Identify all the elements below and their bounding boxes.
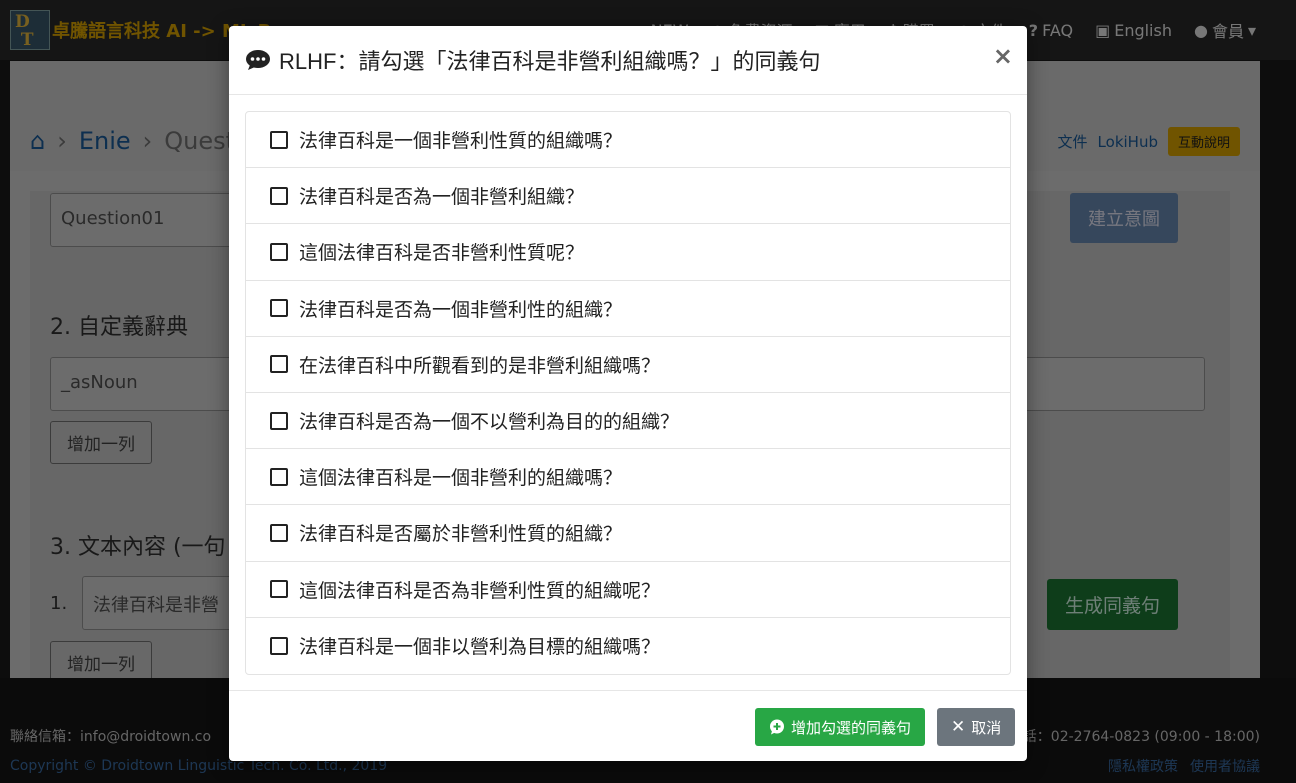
rlhf-modal: RLHF：請勾選「法律百科是非營利組織嗎？」的同義句 × 法律百科是一個非營利性… xyxy=(229,26,1027,761)
checkbox[interactable] xyxy=(270,411,288,430)
comment-plus-icon xyxy=(770,719,784,735)
cancel-label: 取消 xyxy=(971,718,1002,737)
synonym-option[interactable]: 這個法律百科是一個非營利的組織嗎？ xyxy=(246,449,1010,506)
checkbox[interactable] xyxy=(270,523,288,542)
synonym-option-list: 法律百科是一個非營利性質的組織嗎？ 法律百科是否為一個非營利組織？ 這個法律百科… xyxy=(245,111,1011,675)
modal-footer: 增加勾選的同義句 ✕ 取消 xyxy=(229,690,1027,761)
checkbox[interactable] xyxy=(270,636,288,655)
option-text: 法律百科是一個非以營利為目標的組織嗎？ xyxy=(299,636,661,659)
checkbox[interactable] xyxy=(270,355,288,374)
checkbox[interactable] xyxy=(270,242,288,261)
checkbox[interactable] xyxy=(270,130,288,149)
cancel-button[interactable]: ✕ 取消 xyxy=(937,708,1016,746)
synonym-option[interactable]: 法律百科是一個非營利性質的組織嗎？ xyxy=(246,112,1010,169)
synonym-option[interactable]: 這個法律百科是否非營利性質呢？ xyxy=(246,224,1010,281)
option-text: 法律百科是否為一個非營利性的組織？ xyxy=(299,298,623,321)
option-text: 這個法律百科是一個非營利的組織嗎？ xyxy=(299,467,623,490)
add-selected-label: 增加勾選的同義句 xyxy=(791,718,912,737)
comment-dots-icon xyxy=(246,50,270,70)
option-text: 在法律百科中所觀看到的是非營利組織嗎？ xyxy=(299,354,661,377)
synonym-option[interactable]: 在法律百科中所觀看到的是非營利組織嗎？ xyxy=(246,337,1010,393)
checkbox[interactable] xyxy=(270,467,288,486)
synonym-option[interactable]: 法律百科是一個非以營利為目標的組織嗎？ xyxy=(246,618,1010,674)
synonym-option[interactable]: 這個法律百科是否為非營利性質的組織呢？ xyxy=(246,562,1010,618)
option-text: 這個法律百科是否為非營利性質的組織呢？ xyxy=(299,579,661,602)
modal-body: 法律百科是一個非營利性質的組織嗎？ 法律百科是否為一個非營利組織？ 這個法律百科… xyxy=(245,111,1011,675)
modal-title-text: RLHF：請勾選「法律百科是非營利組織嗎？」的同義句 xyxy=(279,49,821,74)
checkbox[interactable] xyxy=(270,186,288,205)
option-text: 法律百科是否屬於非營利性質的組織？ xyxy=(299,523,623,546)
checkbox[interactable] xyxy=(270,580,288,599)
add-selected-synonyms-button[interactable]: 增加勾選的同義句 xyxy=(755,708,926,746)
checkbox[interactable] xyxy=(270,299,288,318)
option-text: 法律百科是否為一個非營利組織？ xyxy=(299,186,585,209)
option-text: 法律百科是一個非營利性質的組織嗎？ xyxy=(299,130,623,153)
modal-title: RLHF：請勾選「法律百科是非營利組織嗎？」的同義句 xyxy=(245,44,820,76)
modal-header: RLHF：請勾選「法律百科是非營利組織嗎？」的同義句 × xyxy=(229,26,1027,95)
option-text: 法律百科是否為一個不以營利為目的的組織？ xyxy=(299,411,680,434)
synonym-option[interactable]: 法律百科是否為一個不以營利為目的的組織？ xyxy=(246,393,1010,450)
close-icon[interactable]: × xyxy=(993,42,1013,70)
synonym-option[interactable]: 法律百科是否為一個非營利性的組織？ xyxy=(246,281,1010,337)
synonym-option[interactable]: 法律百科是否屬於非營利性質的組織？ xyxy=(246,505,1010,562)
synonym-option[interactable]: 法律百科是否為一個非營利組織？ xyxy=(246,168,1010,225)
option-text: 這個法律百科是否非營利性質呢？ xyxy=(299,242,585,265)
times-icon: ✕ xyxy=(951,717,966,737)
